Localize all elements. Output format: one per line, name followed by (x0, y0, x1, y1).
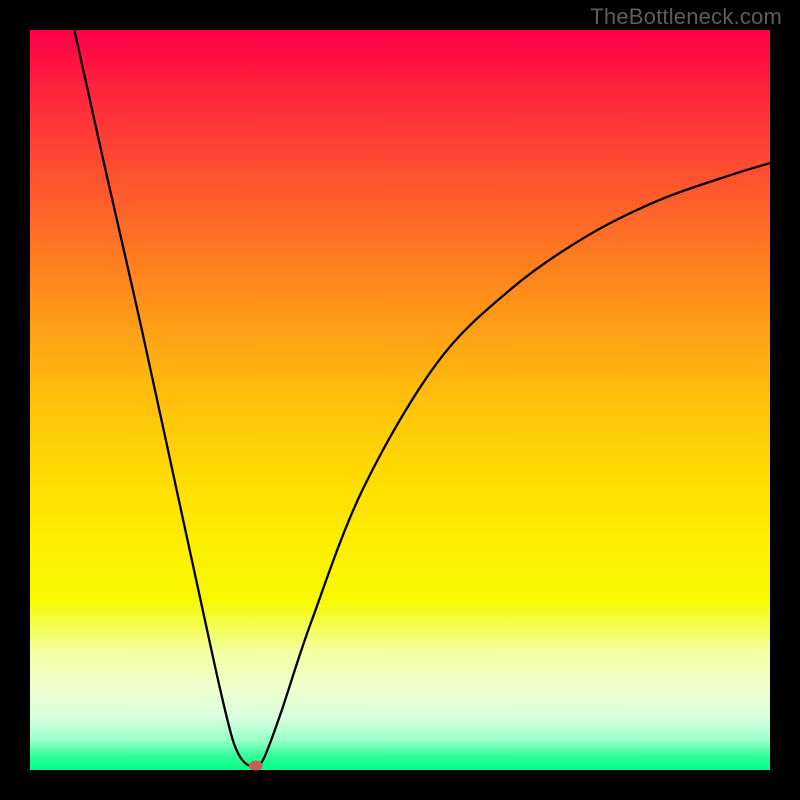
plot-area (30, 30, 770, 770)
chart-frame: TheBottleneck.com (0, 0, 800, 800)
bottleneck-curve (74, 30, 770, 767)
curve-layer (30, 30, 770, 770)
watermark-text: TheBottleneck.com (590, 4, 782, 30)
minimum-marker (249, 761, 263, 771)
